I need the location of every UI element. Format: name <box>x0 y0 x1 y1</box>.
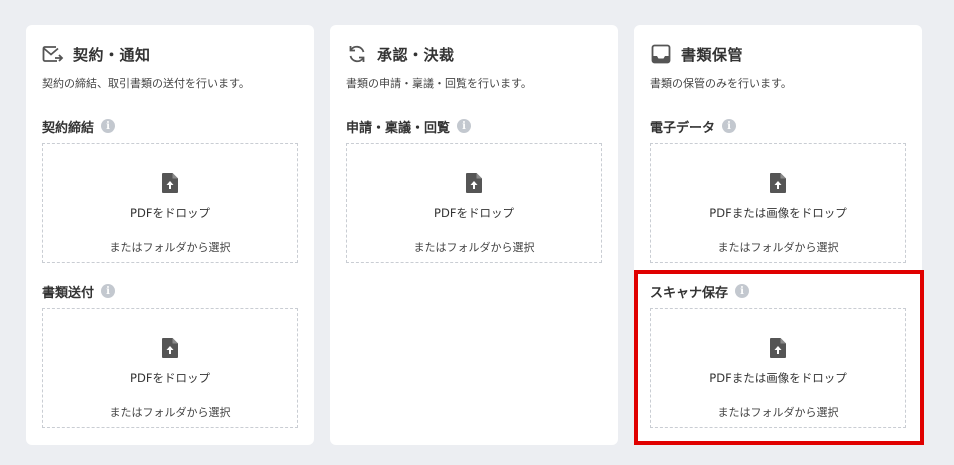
file-upload-icon <box>770 173 786 193</box>
info-icon[interactable]: i <box>722 119 737 133</box>
inbox-tray-icon <box>650 43 672 65</box>
file-upload-icon <box>162 173 178 193</box>
card-header: 契約・通知 <box>42 42 151 66</box>
mail-send-icon <box>42 43 64 65</box>
file-upload-icon <box>770 338 786 358</box>
dropzone-select-text[interactable]: またはフォルダから選択 <box>347 239 601 255</box>
section-label-contract-signing: 契約締結 i <box>42 116 116 136</box>
dropzone-document-sending[interactable]: PDFをドロップ またはフォルダから選択 <box>42 308 298 428</box>
dropzone-application[interactable]: PDFをドロップ またはフォルダから選択 <box>346 143 602 263</box>
card-title: 承認・決裁 <box>377 45 455 64</box>
dropzone-select-text[interactable]: またはフォルダから選択 <box>651 404 905 420</box>
card-approval-decision: 承認・決裁 書類の申請・稟議・回覧を行います。 申請・稟議・回覧 i PDFをド… <box>330 25 618 445</box>
info-icon[interactable]: i <box>101 119 116 133</box>
section-label-document-sending: 書類送付 i <box>42 281 116 301</box>
dropzone-drop-text: PDFまたは画像をドロップ <box>709 206 847 220</box>
section-label-text: スキャナ保存 <box>650 285 729 301</box>
card-description: 契約の締結、取引書類の送付を行います。 <box>42 77 250 90</box>
info-icon[interactable]: i <box>101 284 116 298</box>
info-icon[interactable]: i <box>457 119 472 133</box>
section-label-electronic-data: 電子データ i <box>650 116 737 136</box>
card-header: 承認・決裁 <box>346 42 455 66</box>
file-upload-icon <box>466 173 482 193</box>
card-contract-notification: 契約・通知 契約の締結、取引書類の送付を行います。 契約締結 i PDFをドロッ… <box>26 25 314 445</box>
info-icon[interactable]: i <box>735 284 750 298</box>
dropzone-select-text[interactable]: またはフォルダから選択 <box>43 239 297 255</box>
file-upload-icon <box>162 338 178 358</box>
dropzone-select-text[interactable]: またはフォルダから選択 <box>43 404 297 420</box>
card-title: 書類保管 <box>681 45 744 64</box>
dropzone-drop-text: PDFをドロップ <box>130 206 210 220</box>
card-document-storage: 書類保管 書類の保管のみを行います。 電子データ i PDFまたは画像をドロップ… <box>634 25 922 445</box>
dropzone-contract-signing[interactable]: PDFをドロップ またはフォルダから選択 <box>42 143 298 263</box>
dropzone-drop-text: PDFをドロップ <box>434 206 514 220</box>
section-label-text: 電子データ <box>650 120 716 136</box>
card-title: 契約・通知 <box>73 45 151 64</box>
refresh-icon <box>346 43 368 65</box>
section-label-application: 申請・稟議・回覧 i <box>346 116 472 136</box>
section-label-text: 書類送付 <box>42 285 95 301</box>
section-label-scanner-storage: スキャナ保存 i <box>650 281 750 301</box>
card-header: 書類保管 <box>650 42 743 66</box>
dropzone-drop-text: PDFをドロップ <box>130 371 210 385</box>
dropzone-scanner-storage[interactable]: PDFまたは画像をドロップ またはフォルダから選択 <box>650 308 906 428</box>
card-description: 書類の申請・稟議・回覧を行います。 <box>346 77 532 90</box>
section-label-text: 申請・稟議・回覧 <box>346 120 451 136</box>
card-description: 書類の保管のみを行います。 <box>650 77 792 90</box>
dropzone-electronic-data[interactable]: PDFまたは画像をドロップ またはフォルダから選択 <box>650 143 906 263</box>
dropzone-drop-text: PDFまたは画像をドロップ <box>709 371 847 385</box>
section-label-text: 契約締結 <box>42 120 95 136</box>
dropzone-select-text[interactable]: またはフォルダから選択 <box>651 239 905 255</box>
